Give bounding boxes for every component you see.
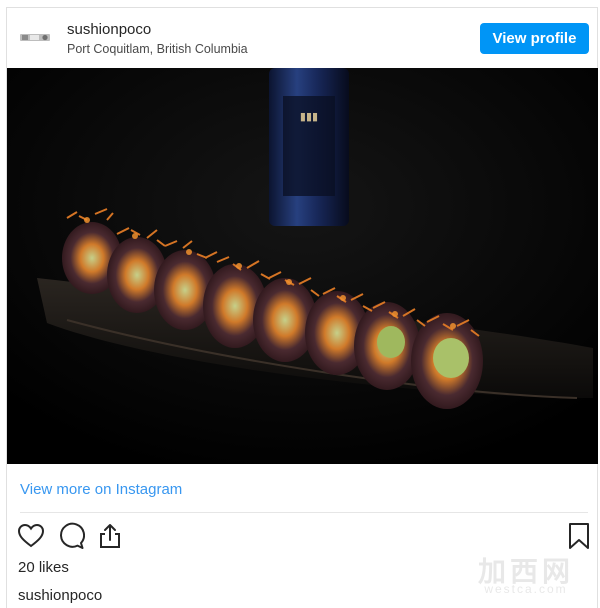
caption-username[interactable]: sushionpoco: [18, 587, 102, 604]
svg-text:▮▮▮: ▮▮▮: [300, 110, 318, 123]
location-link[interactable]: Port Coquitlam, British Columbia: [67, 42, 248, 56]
post-photo[interactable]: ▮▮▮: [7, 68, 598, 464]
watermark: 加西网 westca.com: [467, 550, 585, 598]
view-profile-button[interactable]: View profile: [480, 23, 589, 54]
view-more-link[interactable]: View more on Instagram: [20, 481, 182, 498]
divider: [20, 512, 588, 513]
avatar[interactable]: [19, 24, 53, 52]
comment-icon[interactable]: [57, 522, 85, 550]
username[interactable]: sushionpoco: [67, 21, 151, 38]
likes-count[interactable]: 20 likes: [18, 559, 69, 576]
instagram-embed-card: sushionpoco Port Coquitlam, British Colu…: [6, 7, 598, 608]
post-header: sushionpoco Port Coquitlam, British Colu…: [7, 8, 597, 68]
heart-icon[interactable]: [17, 522, 45, 550]
share-icon[interactable]: [96, 522, 124, 550]
watermark-en: westca.com: [484, 582, 568, 596]
bookmark-icon[interactable]: [565, 522, 593, 550]
